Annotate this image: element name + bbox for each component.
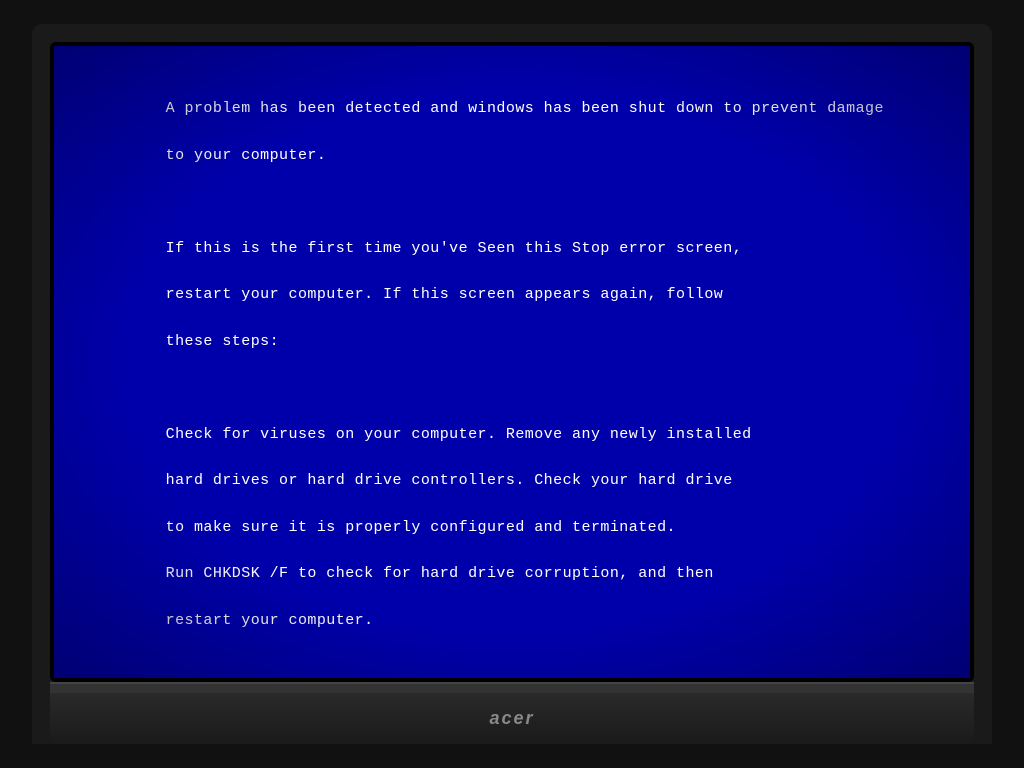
bsod-screen: A problem has been detected and windows … <box>54 46 970 678</box>
bsod-line8: to make sure it is properly configured a… <box>166 519 676 536</box>
brand-label: acer <box>489 708 534 729</box>
bsod-line9: Run CHKDSK /F to check for hard drive co… <box>166 565 714 582</box>
bsod-line7: hard drives or hard drive controllers. C… <box>166 472 733 489</box>
bsod-content: A problem has been detected and windows … <box>90 74 934 678</box>
laptop-bottom-bar: acer <box>50 693 974 744</box>
laptop-hinge <box>50 682 974 693</box>
bsod-line1: A problem has been detected and windows … <box>166 100 884 117</box>
screen-bezel: A problem has been detected and windows … <box>50 42 974 682</box>
bsod-line4: restart your computer. If this screen ap… <box>166 286 724 303</box>
bsod-line6: Check for viruses on your computer. Remo… <box>166 426 752 443</box>
bsod-line3: If this is the first time you've Seen th… <box>166 240 743 257</box>
bsod-line2: to your computer. <box>166 147 327 164</box>
laptop-body: A problem has been detected and windows … <box>32 24 992 744</box>
bsod-line10: restart your computer. <box>166 612 374 629</box>
bsod-line5: these steps: <box>166 333 279 350</box>
